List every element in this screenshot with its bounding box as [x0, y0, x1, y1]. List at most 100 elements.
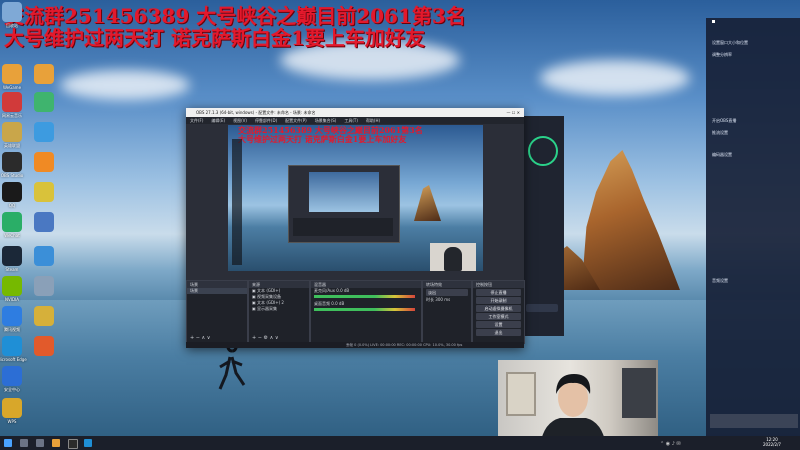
source-add-icon[interactable]: + − ⚙ ∧ ∨: [252, 335, 279, 341]
desktop-icon[interactable]: [24, 212, 64, 232]
notification-item[interactable]: 音频设置: [712, 278, 728, 284]
start-windows-icon[interactable]: [4, 439, 12, 447]
menu-item[interactable]: 停靠部件(D): [255, 118, 277, 123]
obs-menu-bar: 文件(F) 编辑(E) 视图(V) 停靠部件(D) 配置文件(P) 场景集合(S) 工具(T…: [186, 117, 524, 124]
desktop-icon[interactable]: [24, 276, 64, 296]
app-icon: [34, 152, 54, 172]
desktop-icon[interactable]: [24, 246, 64, 266]
helper-button[interactable]: [526, 304, 558, 312]
app-icon: [34, 64, 54, 84]
preview-overlay-line2: 大号维护过两天打 诺克萨斯白金1要上车加好友: [238, 134, 407, 144]
mixer-channel-label: 桌面音频 0.0 dB: [314, 301, 345, 306]
scene-item[interactable]: 场景: [187, 288, 247, 294]
obs-status-bar: 丢帧 0 (0.0%) LIVE: 00:00:00 REC: 00:00:00…: [186, 342, 524, 348]
control-button[interactable]: 开始录制: [476, 297, 521, 304]
notification-item[interactable]: 开启OBS直播: [712, 118, 736, 124]
nested-preview: [309, 172, 379, 212]
scenes-header: 场景: [187, 281, 247, 288]
app-icon: [34, 246, 54, 266]
obs-icon: [2, 152, 22, 172]
control-button[interactable]: 设置: [476, 321, 521, 328]
preview-person: [444, 247, 462, 271]
desktop-icon[interactable]: WPS: [0, 398, 32, 424]
desktop-icon[interactable]: 回收站: [0, 2, 32, 28]
window-controls[interactable]: — ☐ ✕: [507, 108, 520, 117]
duration-value[interactable]: 300 ms: [435, 297, 450, 302]
control-button[interactable]: 工作室模式: [476, 313, 521, 320]
menu-item[interactable]: 视图(V): [233, 118, 247, 123]
desktop-icon[interactable]: [24, 306, 64, 326]
controls-list: 停止直播 开始录制 启动虚拟摄像机 工作室模式 设置 退出: [473, 289, 524, 336]
scene-add-icon[interactable]: + − ∧ ∨: [190, 335, 210, 341]
menu-item[interactable]: 配置文件(P): [285, 118, 307, 123]
desktop-icon-label: 回收站: [6, 23, 18, 28]
taskbar-edge-icon[interactable]: [84, 439, 92, 447]
desktop-icon-label: 安全中心: [4, 387, 20, 392]
scenes-panel: 场景 场景 + − ∧ ∨: [186, 280, 248, 344]
desktop-icon-label: OBS Studio: [0, 173, 24, 178]
desktop-icon-label: WeChat: [4, 233, 20, 238]
control-button[interactable]: 退出: [476, 329, 521, 336]
desktop-icon-label: 腾讯视频: [4, 327, 20, 332]
webcam-feed: [498, 360, 658, 445]
desktop-icon[interactable]: [24, 92, 64, 112]
app-icon: [34, 182, 54, 202]
nested-panels: [293, 218, 393, 236]
notification-item[interactable]: 设置窗口大小和位置: [712, 40, 748, 46]
desktop-icon[interactable]: [24, 182, 64, 202]
desktop-icon[interactable]: [24, 336, 64, 356]
desktop-icon[interactable]: 安全中心: [0, 366, 32, 392]
desktop-icon-label: NVIDIA: [5, 297, 19, 302]
transition-duration: 时长 300 ms: [423, 297, 471, 303]
desktop-icon-label: WPS: [7, 419, 17, 424]
overlay-text-line2: 大号维护过两天打 诺克萨斯白金1要上车加好友: [4, 26, 425, 50]
obs-preview[interactable]: 交流群251456389 大号峡谷之巅目前2061第3名 大号维护过两天打 诺克…: [228, 125, 483, 271]
transition-panel: 转场特效 淡出 时长 300 ms: [422, 280, 472, 344]
quick-settings[interactable]: [710, 414, 798, 428]
volume-meter[interactable]: [314, 295, 415, 298]
menu-item[interactable]: 场景集合(S): [315, 118, 337, 123]
volume-meter[interactable]: [314, 308, 415, 311]
clock[interactable]: 12:20 2022/2/7: [763, 437, 781, 447]
menu-item[interactable]: 文件(F): [190, 118, 203, 123]
mixer-channel: 麦克风/Aux 0.0 dB: [311, 288, 421, 298]
nested-obs-window: [288, 165, 400, 243]
task-view-icon[interactable]: [36, 439, 44, 447]
desktop-icon-label: Steam: [5, 267, 19, 272]
preview-icon-strip: [232, 139, 242, 265]
notification-panel: 设置窗口大小和位置 调整分辨率开启OBS直播 推流设置编码器设置音频设置: [706, 18, 800, 436]
transition-select[interactable]: 淡出: [426, 289, 468, 296]
desktop-icon[interactable]: [24, 152, 64, 172]
mixer-channel-label: 麦克风/Aux 0.0 dB: [314, 288, 350, 293]
notification-item[interactable]: 调整分辨率: [712, 52, 732, 58]
menu-item[interactable]: 编辑(E): [211, 118, 225, 123]
stream-helper-panel: [520, 116, 564, 336]
notification-item[interactable]: 推流设置: [712, 130, 728, 136]
desktop-icon[interactable]: [24, 122, 64, 142]
shield-icon: [2, 366, 22, 386]
control-button[interactable]: 启动虚拟摄像机: [476, 305, 521, 312]
obs-title-bar: OBS 27.1.3 (64-bit, windows) - 配置文件: 未命名…: [186, 108, 524, 117]
desktop-icon-label: 网易云音乐: [2, 113, 22, 118]
background-door: [506, 372, 536, 416]
taskbar-obs-icon[interactable]: [68, 439, 78, 449]
obs-window: OBS 27.1.3 (64-bit, windows) - 配置文件: 未命名…: [186, 108, 525, 348]
system-tray[interactable]: ⌃ ◉ ♪ ✉: [660, 440, 750, 447]
notification-item[interactable]: 编码器设置: [712, 152, 732, 158]
status-ring-icon: [528, 136, 558, 166]
wps-icon: [2, 398, 22, 418]
wechat-icon: [2, 212, 22, 232]
menu-item[interactable]: 帮助(H): [366, 118, 380, 123]
taskbar-app-icon[interactable]: [52, 439, 60, 447]
desktop-icon-label: Microsoft Edge: [0, 357, 27, 362]
control-button[interactable]: 停止直播: [476, 289, 521, 296]
desktop-icon[interactable]: [24, 64, 64, 84]
app-icon: [34, 276, 54, 296]
nvidia-icon: [2, 276, 22, 296]
menu-item[interactable]: 工具(T): [344, 118, 358, 123]
search-icon[interactable]: [20, 439, 28, 447]
source-item[interactable]: ▣ 显示器采集: [249, 306, 309, 312]
app-icon: [34, 92, 54, 112]
steam-icon: [2, 246, 22, 266]
cloud: [540, 60, 690, 96]
